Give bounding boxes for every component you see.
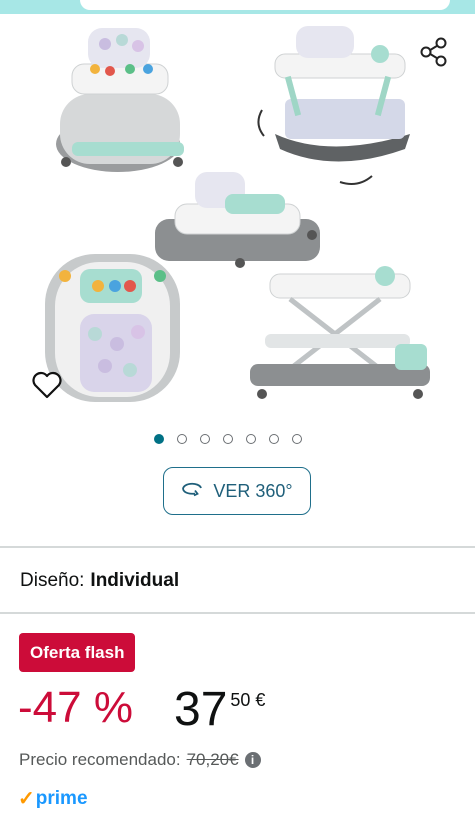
design-value: Individual (90, 570, 180, 591)
prime-check-icon: ✓ (18, 788, 35, 810)
design-label: Diseño: (20, 570, 85, 591)
rotate-360-icon (181, 481, 205, 502)
carousel-dot-4[interactable] (223, 434, 233, 444)
product-image (45, 26, 430, 402)
carousel-dot-7[interactable] (292, 434, 302, 444)
view-360-button[interactable]: VER 360° (163, 467, 311, 515)
top-search-bar-edge (0, 0, 475, 14)
walker-rocking-view (257, 26, 410, 185)
carousel-dot-1[interactable] (154, 434, 164, 444)
recommended-price: Precio recomendado: 70,20€ i (19, 750, 261, 770)
share-icon[interactable] (416, 35, 450, 69)
wishlist-heart-icon[interactable] (28, 366, 66, 404)
walker-frame-view (250, 266, 430, 399)
rrp-label: Precio recomendado: (19, 750, 181, 769)
price-integer: 37 (174, 683, 228, 736)
carousel-dot-5[interactable] (246, 434, 256, 444)
rrp-value: 70,20€ (186, 750, 239, 769)
divider (0, 546, 475, 548)
carousel-dot-2[interactable] (177, 434, 187, 444)
flash-deal-badge: Oferta flash (19, 633, 136, 672)
view-360-label: VER 360° (213, 480, 293, 501)
prime-label: prime (35, 787, 88, 809)
search-bar[interactable] (80, 0, 450, 10)
design-selector[interactable]: Diseño: Individual (20, 570, 179, 592)
prime-badge: ✓ prime (18, 786, 88, 811)
discount-percentage: -47 % (18, 683, 133, 732)
walker-front-view (56, 28, 184, 172)
divider (0, 612, 475, 614)
info-icon[interactable]: i (244, 752, 261, 768)
price: 37 50 € (174, 682, 265, 738)
price-decimal: 50 € (230, 690, 266, 710)
product-image-gallery[interactable] (0, 14, 475, 414)
walker-side-view (155, 172, 320, 268)
image-carousel-dots (154, 434, 302, 448)
carousel-dot-3[interactable] (200, 434, 210, 444)
carousel-dot-6[interactable] (269, 434, 279, 444)
